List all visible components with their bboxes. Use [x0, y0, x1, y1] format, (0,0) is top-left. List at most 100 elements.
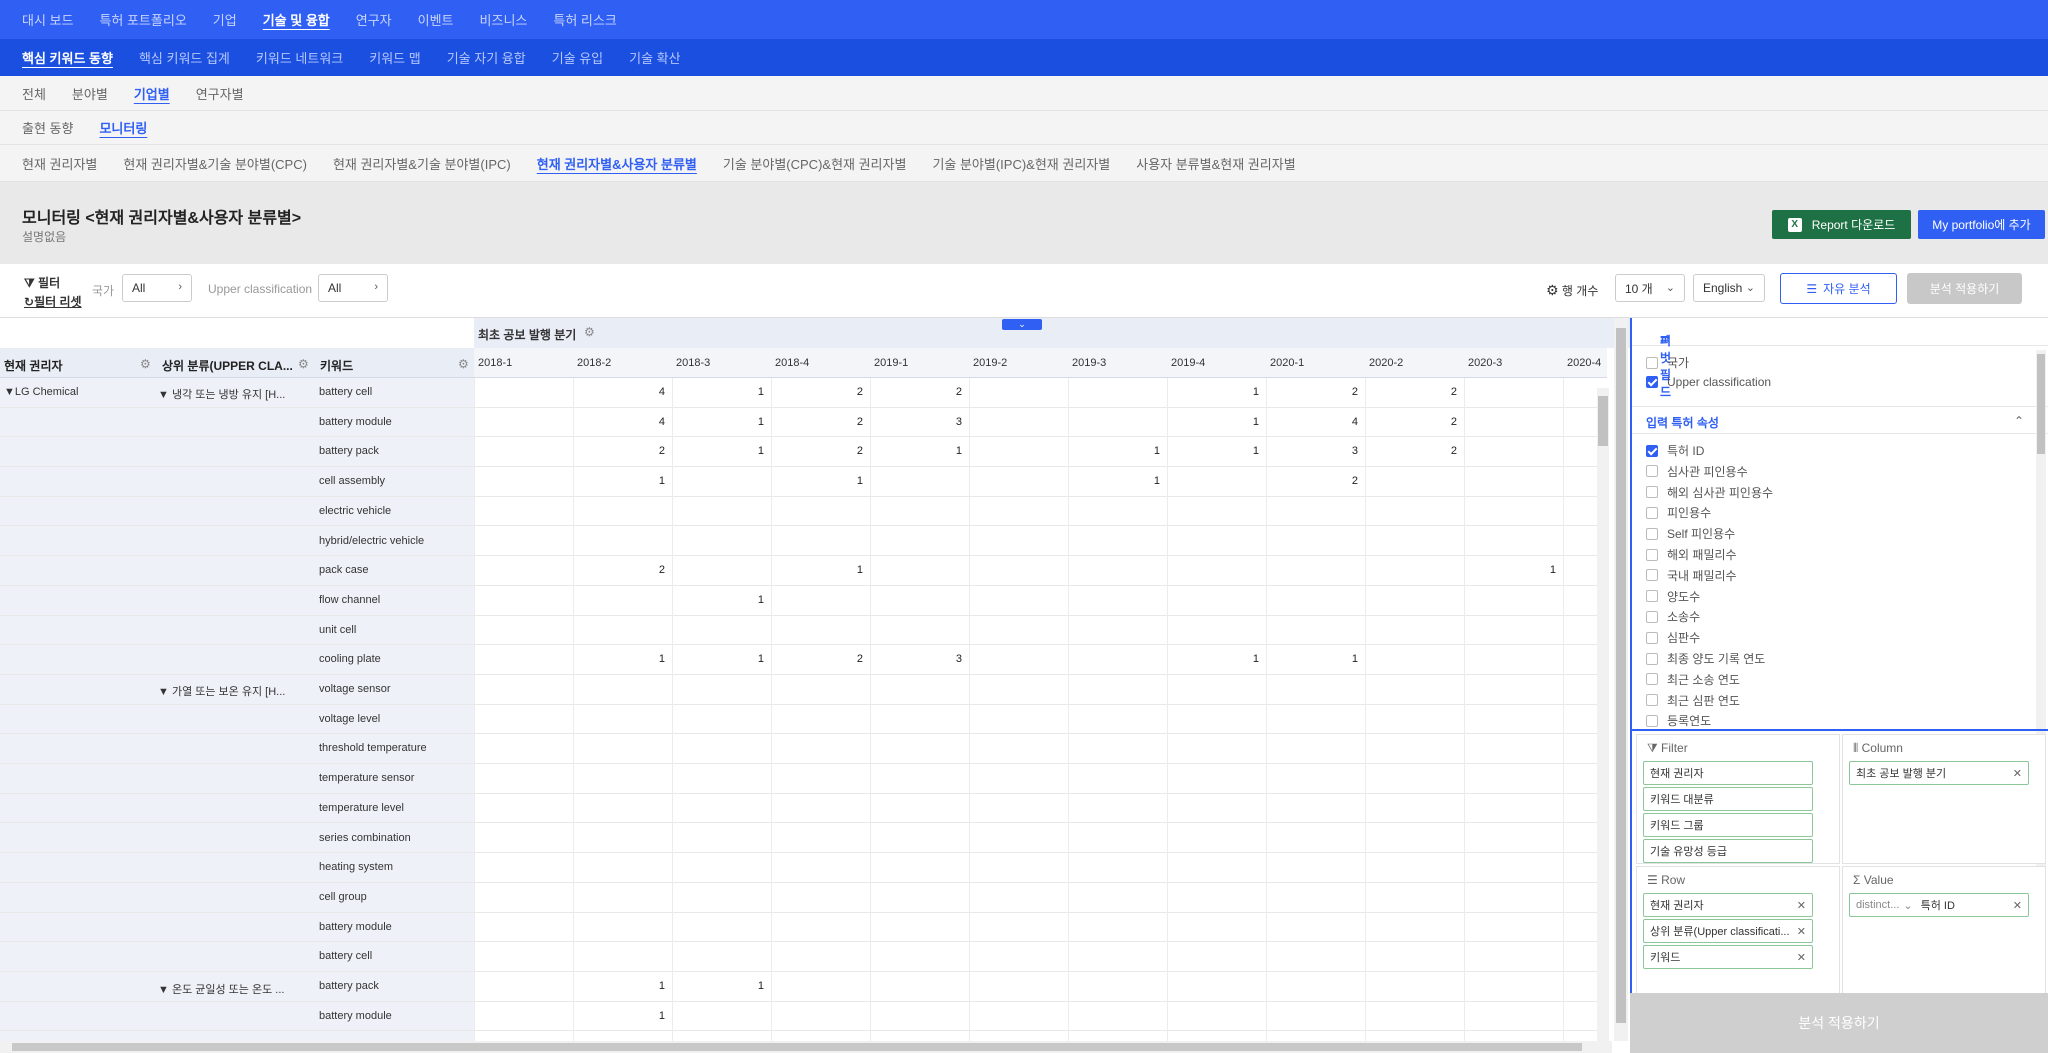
secondary-nav-item[interactable]: 기술 확산 [629, 48, 680, 67]
pivot-field-checkbox[interactable]: Upper classification [1646, 375, 1771, 389]
chevron-up-icon[interactable]: ⌃ [2014, 414, 2024, 428]
value-cell[interactable]: 2 [1328, 386, 1358, 398]
value-cell[interactable]: 2 [833, 653, 863, 665]
value-drop-zone[interactable]: Σ Value distinct... ⌄ 특허 ID ✕ [1842, 866, 2046, 996]
view-tab[interactable]: 사용자 분류별&현재 권리자별 [1136, 154, 1295, 173]
gear-icon[interactable]: ⚙ [298, 357, 309, 371]
value-cell[interactable]: 1 [1526, 564, 1556, 576]
value-cell[interactable]: 2 [635, 445, 665, 457]
value-cell[interactable]: 4 [635, 416, 665, 428]
gear-icon[interactable]: ⚙ [458, 357, 469, 371]
value-cell[interactable]: 1 [932, 445, 962, 457]
value-cell[interactable]: 2 [1427, 445, 1457, 457]
row-chip[interactable]: 현재 권리자 ✕ [1643, 893, 1813, 917]
attribute-checkbox[interactable]: 등록연도 [1646, 712, 1711, 729]
value-cell[interactable]: 1 [1130, 475, 1160, 487]
close-icon[interactable]: ✕ [1797, 899, 1806, 912]
secondary-nav-item[interactable]: 핵심 키워드 동향 [22, 48, 113, 67]
filter-chip[interactable]: 키워드 그룹 [1643, 813, 1813, 837]
primary-nav-item[interactable]: 기업 [213, 10, 237, 29]
attribute-checkbox[interactable]: Self 피인용수 [1646, 525, 1735, 542]
filter-reset-link[interactable]: ↻필터 리셋 [24, 293, 82, 310]
checkbox-icon[interactable] [1646, 506, 1658, 519]
view-tab[interactable]: 현재 권리자별&기술 분야별(CPC) [123, 154, 307, 173]
scope-tab[interactable]: 전체 [22, 84, 46, 103]
row-drop-zone[interactable]: ☰ Row 현재 권리자 ✕ 상위 분류(Upper classificati...… [1636, 866, 1840, 996]
inner-vertical-scrollbar[interactable] [1597, 388, 1609, 1041]
class-label[interactable]: ▼ 가열 또는 보온 유지 [H... [158, 683, 285, 699]
secondary-nav-item[interactable]: 키워드 맵 [369, 48, 420, 67]
row-chip[interactable]: 상위 분류(Upper classificati... ✕ [1643, 919, 1813, 943]
value-cell[interactable]: 1 [734, 653, 764, 665]
mode-tab[interactable]: 출현 동향 [22, 118, 73, 137]
primary-nav-item[interactable]: 대시 보드 [22, 10, 73, 29]
attribute-checkbox[interactable]: 특허 ID [1646, 442, 1704, 459]
value-cell[interactable]: 1 [734, 980, 764, 992]
close-icon[interactable]: ✕ [2013, 767, 2022, 780]
attribute-checkbox[interactable]: 최근 심판 연도 [1646, 692, 1740, 709]
value-cell[interactable]: 1 [833, 475, 863, 487]
collapse-toggle-button[interactable]: ⌄ [1002, 319, 1042, 330]
primary-nav-item[interactable]: 특허 리스크 [553, 10, 616, 29]
value-cell[interactable]: 1 [1229, 653, 1259, 665]
aggregation-select[interactable]: distinct... [1856, 899, 1899, 911]
checkbox-icon[interactable] [1646, 694, 1658, 707]
primary-nav-item[interactable]: 이벤트 [418, 10, 454, 29]
attribute-checkbox[interactable]: 양도수 [1646, 588, 1700, 605]
attribute-checkbox[interactable]: 피인용수 [1646, 504, 1711, 521]
value-cell[interactable]: 3 [932, 653, 962, 665]
checkbox-icon[interactable] [1646, 465, 1658, 478]
pivot-field-section[interactable]: ⇄ 피벗 필드 [1632, 318, 2048, 399]
attribute-checkbox[interactable]: 최근 소송 연도 [1646, 671, 1740, 688]
value-cell[interactable]: 1 [833, 564, 863, 576]
value-cell[interactable]: 1 [1130, 445, 1160, 457]
primary-nav-item[interactable]: 특허 포트폴리오 [99, 10, 186, 29]
view-tab[interactable]: 현재 권리자별&사용자 분류별 [537, 154, 697, 173]
value-cell[interactable]: 1 [635, 980, 665, 992]
scroll-thumb[interactable] [1598, 396, 1608, 446]
class-label[interactable]: ▼ 냉각 또는 냉방 유지 [H... [158, 386, 285, 402]
owner-label[interactable]: ▼LG Chemical [4, 386, 78, 398]
filter-chip[interactable]: 현재 권리자 [1643, 761, 1813, 785]
value-cell[interactable]: 1 [635, 475, 665, 487]
secondary-nav-item[interactable]: 기술 유입 [552, 48, 603, 67]
upper-classification-select[interactable]: All › [318, 274, 388, 302]
input-attribute-section[interactable]: 입력 특허 속성 ⌃ [1632, 406, 2048, 434]
value-cell[interactable]: 2 [1427, 416, 1457, 428]
checkbox-icon[interactable] [1646, 610, 1658, 623]
value-cell[interactable]: 2 [1328, 475, 1358, 487]
pivot-field-checkbox[interactable]: 국가 [1646, 354, 1689, 371]
checkbox-icon[interactable] [1646, 569, 1658, 582]
class-label[interactable]: ▼ 온도 균일성 또는 온도 ... [158, 981, 284, 997]
chevron-down-icon[interactable]: ⌄ [1903, 899, 1912, 912]
free-analysis-button[interactable]: ☰ 자유 분석 [1780, 273, 1897, 304]
checkbox-icon[interactable] [1646, 714, 1658, 727]
value-cell[interactable]: 1 [1229, 386, 1259, 398]
checkbox-icon[interactable] [1646, 444, 1658, 457]
value-cell[interactable]: 1 [1229, 445, 1259, 457]
checkbox-icon[interactable] [1646, 673, 1658, 686]
checkbox-icon[interactable] [1646, 652, 1658, 665]
attribute-checkbox[interactable]: 해외 심사관 피인용수 [1646, 484, 1773, 501]
checkbox-icon[interactable] [1646, 356, 1658, 369]
scope-tab[interactable]: 기업별 [134, 84, 170, 103]
view-tab[interactable]: 현재 권리자별&기술 분야별(IPC) [333, 154, 511, 173]
value-chip[interactable]: distinct... ⌄ 특허 ID ✕ [1849, 893, 2029, 917]
view-tab[interactable]: 기술 분야별(IPC)&현재 권리자별 [932, 154, 1110, 173]
secondary-nav-item[interactable]: 기술 자기 융합 [447, 48, 526, 67]
value-cell[interactable]: 1 [1328, 653, 1358, 665]
primary-nav-item[interactable]: 비즈니스 [480, 10, 528, 29]
value-cell[interactable]: 2 [833, 416, 863, 428]
secondary-nav-item[interactable]: 키워드 네트워크 [256, 48, 343, 67]
view-tab[interactable]: 기술 분야별(CPC)&현재 권리자별 [723, 154, 907, 173]
close-icon[interactable]: ✕ [2013, 899, 2022, 912]
value-cell[interactable]: 1 [734, 386, 764, 398]
value-cell[interactable]: 1 [734, 445, 764, 457]
attribute-checkbox[interactable]: 심사관 피인용수 [1646, 463, 1748, 480]
value-cell[interactable]: 2 [932, 386, 962, 398]
value-cell[interactable]: 2 [1427, 386, 1457, 398]
value-cell[interactable]: 3 [932, 416, 962, 428]
row-chip[interactable]: 키워드 ✕ [1643, 945, 1813, 969]
apply-analysis-button-top[interactable]: 분석 적용하기 [1907, 273, 2022, 304]
value-cell[interactable]: 4 [1328, 416, 1358, 428]
